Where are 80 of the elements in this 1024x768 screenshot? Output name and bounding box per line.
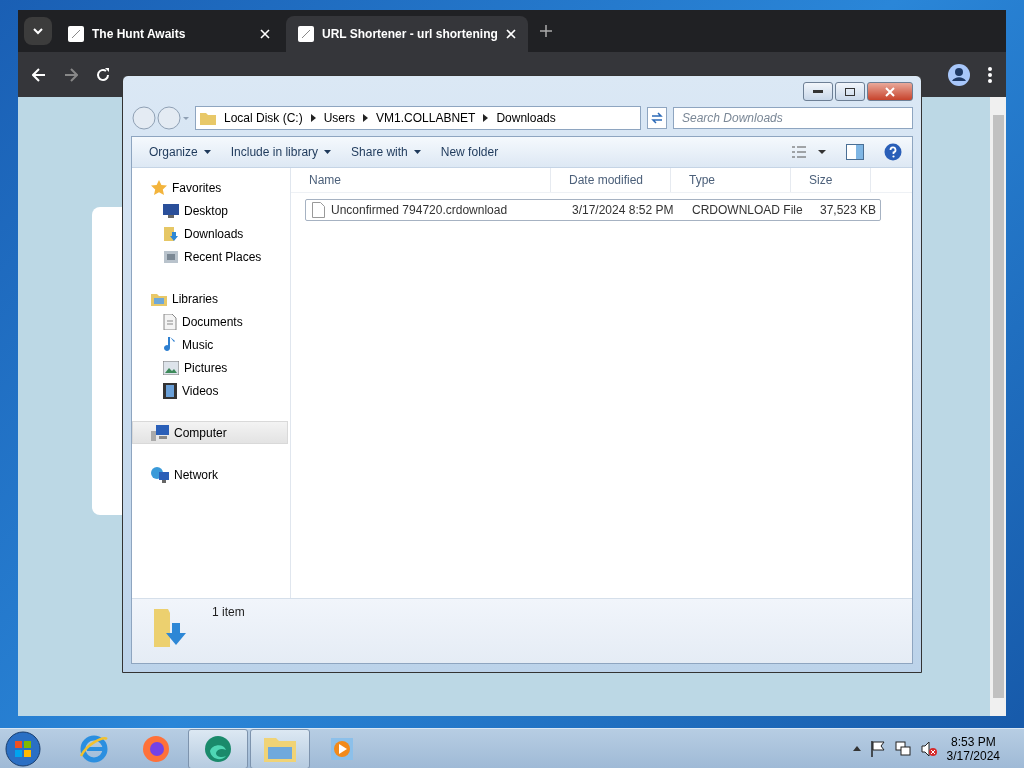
maximize-icon (845, 87, 855, 96)
tray-arrow-icon[interactable] (852, 746, 861, 751)
menu-icon[interactable] (988, 66, 992, 83)
nav-item[interactable]: Computer (132, 421, 288, 444)
toolbar-button[interactable]: Organize (142, 141, 218, 163)
breadcrumb-item[interactable]: VM1.COLLABNET (376, 111, 476, 125)
close-icon[interactable] (260, 29, 270, 39)
nav-item[interactable]: Recent Places (132, 245, 288, 268)
minimize-button[interactable] (803, 82, 833, 101)
column-header[interactable]: Name (291, 168, 551, 192)
network-icon[interactable] (894, 740, 911, 757)
nav-item[interactable]: Music (132, 333, 288, 356)
nav-item[interactable]: Pictures (132, 356, 288, 379)
wave-browser-icon[interactable] (202, 733, 234, 764)
fox-browser-icon[interactable] (141, 733, 171, 764)
profile-icon[interactable] (948, 63, 970, 86)
file-icon (312, 202, 325, 218)
close-icon[interactable] (505, 29, 516, 39)
back-icon[interactable] (32, 67, 46, 82)
flag-icon[interactable] (870, 740, 885, 757)
close-icon (885, 86, 895, 97)
nav-item[interactable]: Downloads (132, 222, 288, 245)
forward-icon[interactable] (64, 67, 78, 82)
new-tab-icon[interactable] (539, 25, 552, 37)
site-icon (298, 26, 314, 42)
chevron-icon (310, 114, 316, 122)
toolbar-button[interactable]: Include in library (223, 141, 339, 163)
muted-speaker-icon[interactable] (920, 740, 937, 757)
item-count: 1 item (212, 605, 245, 621)
recent-places-icon (163, 248, 179, 265)
folder-icon (200, 111, 216, 125)
nav-item[interactable]: Videos (132, 379, 288, 402)
download-folder-icon (163, 225, 179, 242)
column-header[interactable]: Size (791, 168, 871, 192)
toolbar-button[interactable]: Share with (344, 141, 428, 163)
close-button[interactable] (867, 82, 913, 101)
view-options-icon[interactable] (792, 146, 826, 158)
reload-icon[interactable] (96, 67, 110, 82)
breadcrumb-item[interactable]: Downloads (496, 111, 556, 125)
column-header[interactable]: Type (671, 168, 791, 192)
size-cell-text: 37,523 KB (818, 203, 876, 217)
picture-icon (163, 360, 179, 375)
file-row[interactable]: Unconfirmed 794720.crdownload 3/17/2024 8:52 PM CRDOWNLOAD File 37,523 KB (305, 199, 881, 221)
film-icon (163, 382, 177, 399)
chevron-icon (363, 114, 369, 122)
library-icon (151, 291, 167, 306)
computer-icon (151, 424, 169, 441)
music-note-icon (163, 336, 177, 353)
tab-search-icon[interactable] (24, 17, 52, 45)
taskbar-button[interactable] (188, 728, 248, 768)
date-cell-text: 3/17/2024 8:52 PM (571, 203, 675, 217)
help-icon[interactable] (884, 143, 902, 161)
toolbar-button[interactable]: New folder (433, 141, 506, 163)
maximize-button[interactable] (835, 82, 865, 101)
file-name: Unconfirmed 794720.crdownload (331, 203, 508, 217)
preview-pane-icon[interactable] (846, 144, 864, 160)
column-header[interactable]: Date modified (551, 168, 671, 192)
type-cell-text: CRDOWNLOAD File (691, 203, 804, 217)
nav-item[interactable]: Favorites (132, 176, 288, 199)
nav-item[interactable]: Desktop (132, 199, 288, 222)
document-icon (163, 313, 177, 330)
nav-item[interactable]: Network (132, 463, 288, 486)
browser-tab[interactable]: The Hunt Awaits (56, 16, 282, 52)
search-field[interactable]: Search Downloads (673, 107, 913, 129)
clock-time[interactable]: 8:53 PM (950, 734, 996, 749)
clock-date[interactable]: 3/17/2024 (946, 748, 1000, 763)
network-icon (151, 466, 169, 483)
refresh-icon[interactable] (647, 107, 667, 129)
chevron-icon (483, 114, 489, 122)
address-bar[interactable]: Local Disk (C:) Users VM1.COLLABNET Downloads (195, 106, 641, 130)
nav-item[interactable]: Libraries (132, 287, 288, 310)
breadcrumb-item[interactable]: Users (323, 111, 356, 125)
browser-tab[interactable]: URL Shortener - url shortening (286, 16, 528, 52)
monitor-icon (163, 203, 179, 218)
nav-item[interactable]: Documents (132, 310, 288, 333)
site-icon (68, 26, 84, 42)
breadcrumb-item[interactable]: Local Disk (C:) (224, 111, 303, 125)
minimize-icon (813, 89, 823, 94)
start-button[interactable] (4, 729, 42, 768)
star-icon (151, 179, 167, 196)
